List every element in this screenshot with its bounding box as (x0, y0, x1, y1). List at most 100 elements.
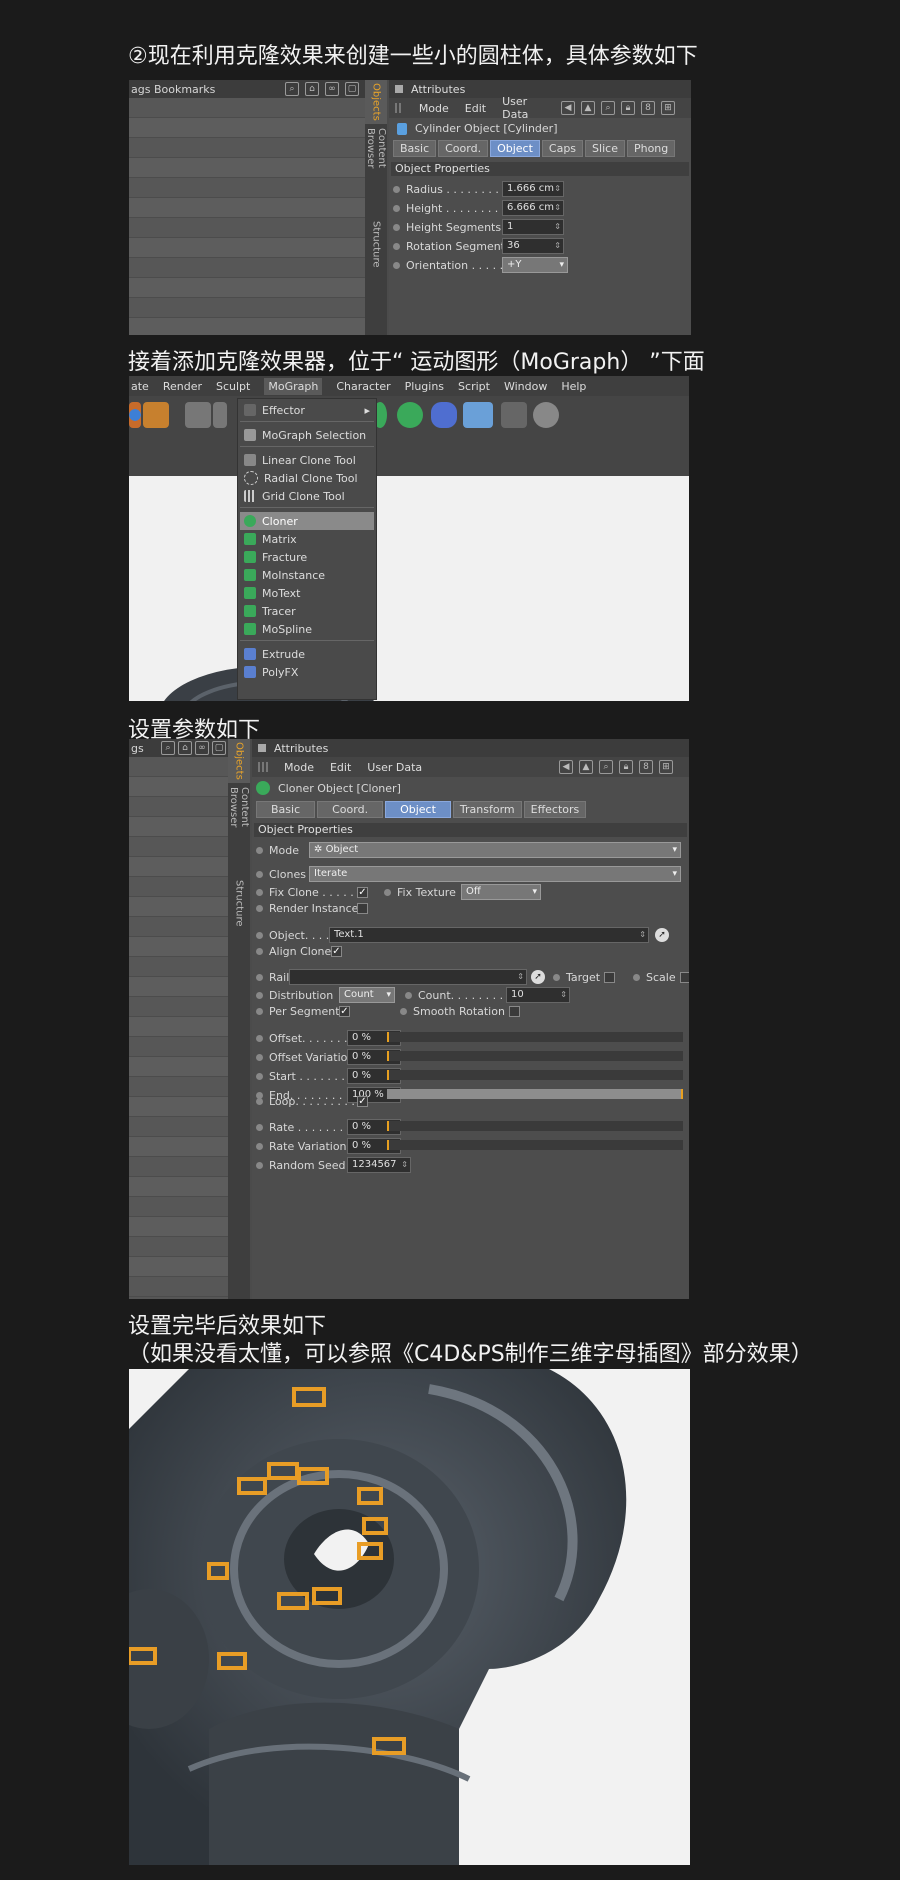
list-item[interactable] (129, 1057, 228, 1077)
grip-icon[interactable] (258, 762, 268, 772)
keyframe-dot-icon[interactable] (256, 846, 263, 854)
list-item[interactable] (129, 1037, 228, 1057)
search-icon[interactable]: ⌕ (161, 741, 175, 755)
menu-item-fracture[interactable]: Fracture (240, 548, 374, 566)
orientation-dropdown[interactable]: +Y (502, 257, 568, 273)
list-item[interactable] (129, 777, 228, 797)
menu-edit[interactable]: Edit (330, 761, 351, 774)
keyframe-dot-icon[interactable] (256, 1123, 263, 1131)
fix-clone-checkbox[interactable]: ✓ (357, 886, 368, 898)
up-arrow-icon[interactable]: ▲ (581, 101, 595, 115)
list-item[interactable] (129, 837, 228, 857)
deformer-icon[interactable] (431, 402, 457, 428)
list-item[interactable] (129, 238, 365, 258)
height-field[interactable]: 6.666 cm (502, 200, 564, 216)
cloner-toolbar-icon[interactable] (397, 402, 423, 428)
list-item[interactable] (129, 937, 228, 957)
keyframe-dot-icon[interactable] (553, 973, 560, 981)
search-icon[interactable]: ⌕ (599, 760, 613, 774)
slider-track[interactable] (387, 1140, 683, 1150)
fix-texture-dropdown[interactable]: Off (461, 884, 541, 900)
list-item[interactable] (129, 1177, 228, 1197)
axis-icon[interactable] (143, 402, 169, 428)
viewport[interactable] (129, 476, 689, 701)
menu-mograph[interactable]: MoGraph (264, 377, 323, 395)
menu-window[interactable]: Window (504, 380, 547, 393)
tab-caps[interactable]: Caps (541, 140, 584, 157)
menu-sculpt[interactable]: Sculpt (216, 380, 250, 393)
list-item[interactable] (129, 198, 365, 218)
slider-track[interactable] (387, 1051, 683, 1061)
clones-dropdown[interactable]: Iterate (309, 866, 681, 882)
list-item[interactable] (129, 897, 228, 917)
slider-handle[interactable] (681, 1089, 683, 1099)
back-arrow-icon[interactable]: ◀ (561, 101, 575, 115)
list-item[interactable] (129, 258, 365, 278)
rotation-segments-field[interactable]: 36 (502, 238, 564, 254)
count-field[interactable]: 10 (506, 987, 570, 1003)
target-checkbox[interactable] (604, 971, 616, 983)
keyframe-dot-icon[interactable] (393, 242, 400, 250)
align-clone-checkbox[interactable]: ✓ (331, 946, 342, 957)
tab-content-browser[interactable]: Content Browser (228, 787, 250, 867)
height-segments-field[interactable]: 1 (502, 219, 564, 235)
render-picture-icon[interactable] (213, 402, 227, 428)
keyframe-dot-icon[interactable] (384, 888, 391, 896)
new-window-icon[interactable]: ⊞ (661, 101, 675, 115)
menu-item-cloner[interactable]: Cloner (240, 512, 374, 530)
tab-object[interactable]: Object (385, 801, 451, 818)
keyframe-dot-icon[interactable] (256, 905, 263, 912)
menu-help[interactable]: Help (561, 380, 586, 393)
rail-link-field[interactable] (289, 969, 527, 985)
list-item[interactable] (129, 278, 365, 298)
loop-checkbox[interactable]: ✓ (357, 1096, 368, 1107)
list-item[interactable] (129, 318, 365, 335)
menu-item-matrix[interactable]: Matrix (240, 530, 374, 548)
list-item[interactable] (129, 98, 365, 118)
pick-arrow-icon[interactable]: ➚ (655, 928, 669, 942)
keyframe-dot-icon[interactable] (256, 991, 263, 999)
menu-user-data[interactable]: User Data (367, 761, 422, 774)
render-view-icon[interactable] (185, 402, 211, 428)
live-selection-icon[interactable] (129, 402, 141, 428)
tab-phong[interactable]: Phong (626, 140, 676, 157)
keyframe-dot-icon[interactable] (256, 1053, 263, 1061)
tab-objects[interactable]: Objects (228, 739, 250, 783)
menu-item-motext[interactable]: MoText (240, 584, 374, 602)
keyframe-dot-icon[interactable] (393, 261, 400, 269)
list-item[interactable] (129, 178, 365, 198)
keyframe-dot-icon[interactable] (256, 1161, 263, 1169)
list-item[interactable] (129, 298, 365, 318)
radius-field[interactable]: 1.666 cm (502, 181, 564, 197)
new-window-icon[interactable]: ▢ (345, 82, 359, 96)
list-item[interactable] (129, 1077, 228, 1097)
light-icon[interactable] (533, 402, 559, 428)
link-icon[interactable]: ∞ (195, 741, 209, 755)
tab-object[interactable]: Object (490, 140, 540, 157)
lock-icon[interactable]: 🔒︎ (619, 760, 633, 774)
floor-icon[interactable] (463, 402, 493, 428)
list-item[interactable] (129, 857, 228, 877)
home-icon[interactable]: ⌂ (305, 82, 319, 96)
list-item[interactable] (129, 1217, 228, 1237)
tab-basic[interactable]: Basic (256, 801, 316, 818)
random-seed-field[interactable]: 1234567 (347, 1157, 411, 1173)
menu-item-mograph-selection[interactable]: MoGraph Selection (240, 426, 374, 444)
list-item[interactable] (129, 1017, 228, 1037)
per-segment-checkbox[interactable]: ✓ (339, 1006, 350, 1017)
render-instances-checkbox[interactable] (357, 903, 368, 914)
smooth-rotation-checkbox[interactable] (508, 1006, 520, 1017)
back-arrow-icon[interactable]: ◀ (559, 760, 573, 774)
list-item[interactable] (129, 1097, 228, 1117)
menu-plugins[interactable]: Plugins (405, 380, 444, 393)
keyframe-dot-icon[interactable] (405, 991, 412, 999)
grip-icon[interactable] (395, 103, 403, 113)
object-manager-menu[interactable]: gs (131, 742, 144, 755)
scale-checkbox[interactable] (679, 971, 689, 983)
menu-create[interactable]: ate (131, 380, 149, 393)
tab-objects[interactable]: Objects (365, 80, 387, 124)
object-link-field[interactable]: Text.1 (329, 927, 649, 943)
menu-item-tracer[interactable]: Tracer (240, 602, 374, 620)
camera-icon[interactable] (501, 402, 527, 428)
list-item[interactable] (129, 877, 228, 897)
